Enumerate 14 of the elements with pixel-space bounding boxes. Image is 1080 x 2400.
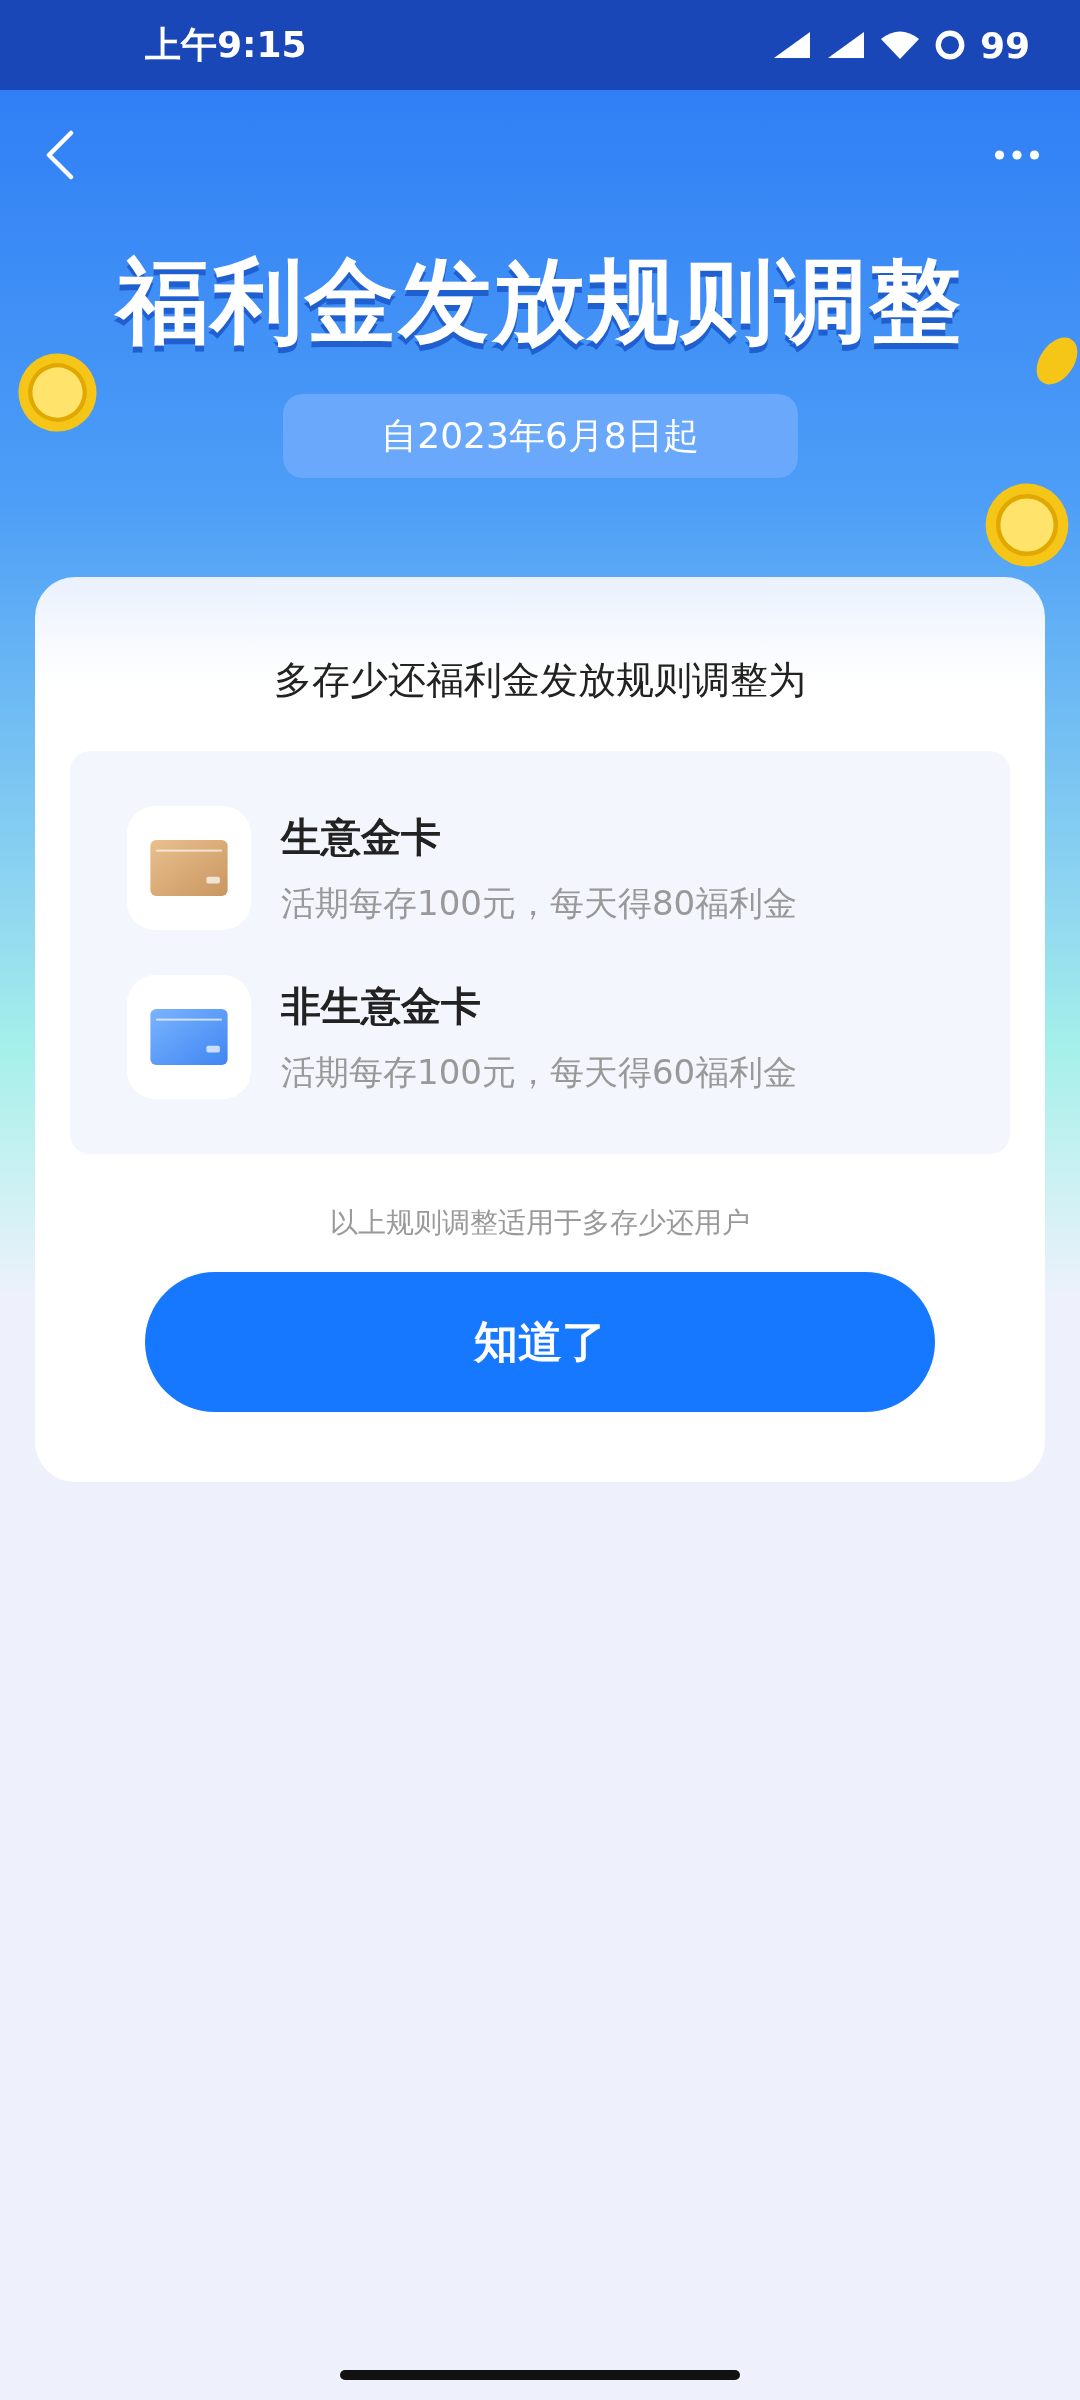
back-icon[interactable] (45, 130, 75, 180)
battery-level: 99 (979, 24, 1030, 66)
wifi-icon (879, 30, 920, 60)
date-badge: 自2023年6月8日起 (282, 394, 798, 478)
more-icon[interactable] (994, 149, 1040, 161)
card-rule-text: 活期每存100元，每天得60福利金 (281, 1050, 798, 1094)
card-type-name: 非生意金卡 (281, 981, 482, 1031)
rule-note: 以上规则调整适用于多存少还用户 (330, 1205, 750, 1241)
status-time: 上午9:15 (145, 22, 307, 67)
battery-icon (933, 29, 966, 61)
got-it-button[interactable]: 知道了 (145, 1272, 935, 1412)
card-type-name: 生意金卡 (281, 812, 442, 862)
card-heading: 多存少还福利金发放规则调整为 (274, 657, 806, 704)
card-rule-text: 活期每存100元，每天得80福利金 (281, 881, 798, 925)
